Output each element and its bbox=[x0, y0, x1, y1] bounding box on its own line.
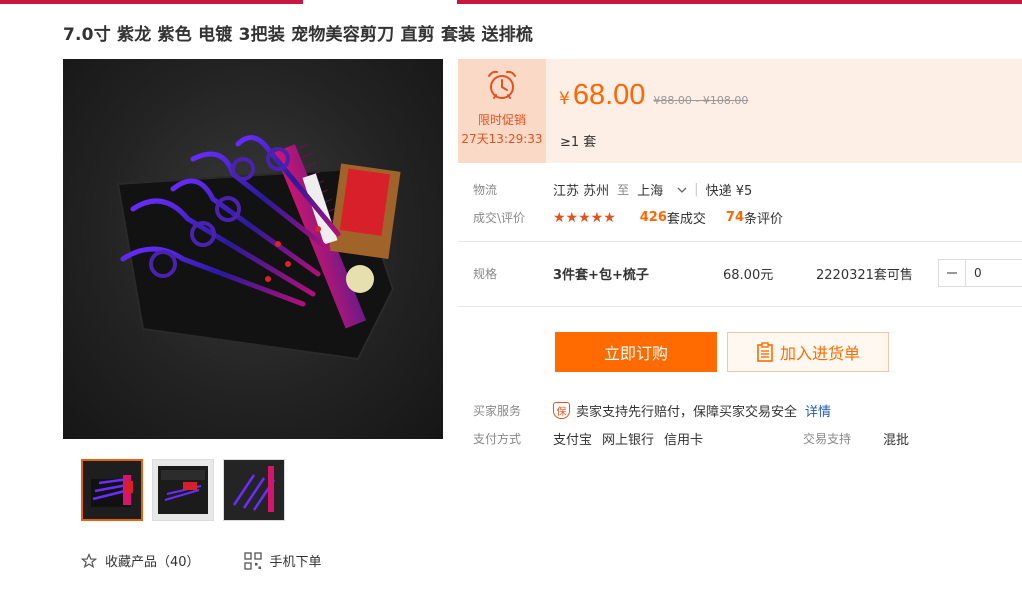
price-panel: 限时促销 27天13:29:33 ¥ 68.00 ¥88.00 - ¥108.0… bbox=[458, 59, 1022, 163]
product-title: 7.0寸 紫龙 紫色 电镀 3把装 宠物美容剪刀 直剪 套装 送排梳 bbox=[63, 25, 534, 45]
sold-suffix: 套成交 bbox=[666, 212, 706, 227]
current-price: 68.00 bbox=[572, 79, 646, 111]
guarantee-shield-icon: 保 bbox=[553, 402, 570, 419]
chevron-down-icon bbox=[677, 187, 687, 193]
payment-method-alipay: 支付宝 bbox=[553, 433, 593, 448]
express-fee: 快递 ¥5 bbox=[705, 184, 753, 199]
trade-support-value: 混批 bbox=[883, 433, 910, 448]
spec-label: 规格 bbox=[473, 266, 498, 281]
payment-row: 支付方式 支付宝 网上银行 信用卡 交易支持 混批 bbox=[473, 429, 909, 448]
thumbnail-3-graphic bbox=[224, 460, 284, 520]
deals-label: 成交\评价 bbox=[473, 211, 526, 225]
thumbnail-1[interactable] bbox=[81, 459, 143, 521]
sold-count: 426 bbox=[639, 210, 667, 225]
rating-stars: ★★★★★ bbox=[553, 209, 616, 226]
spec-row: 规格 3件套+包+梳子 68.00元 2220321套可售 0 bbox=[473, 259, 1022, 287]
add-to-cart-label: 加入进货单 bbox=[779, 344, 860, 363]
payment-method-online-bank: 网上银行 bbox=[602, 433, 655, 448]
currency-symbol: ¥ bbox=[559, 89, 570, 109]
bottom-actions: 收藏产品（40） 手机下单 bbox=[81, 551, 322, 570]
thumbnail-strip bbox=[81, 459, 285, 521]
to-word: 至 bbox=[617, 183, 630, 197]
spec-stock: 2220321套可售 bbox=[816, 267, 913, 283]
clipboard-icon bbox=[757, 342, 773, 362]
service-details-link[interactable]: 详情 bbox=[805, 401, 831, 420]
logistics-row: 物流 江苏 苏州 至 上海 | 快递 ¥5 bbox=[473, 180, 752, 199]
qr-code-icon bbox=[243, 551, 262, 570]
service-label: 买家服务 bbox=[473, 404, 522, 418]
spec-name: 3件套+包+梳子 bbox=[553, 267, 649, 283]
top-accent-bar bbox=[0, 0, 1022, 4]
ship-to-select[interactable]: 上海 bbox=[637, 180, 687, 199]
payment-label: 支付方式 bbox=[473, 432, 522, 446]
spec-price: 68.00元 bbox=[723, 267, 774, 283]
top-accent-gap bbox=[303, 0, 457, 4]
service-row: 买家服务 保 卖家支持先行赔付，保障买家交易安全 详情 bbox=[473, 401, 831, 420]
review-count[interactable]: 74 bbox=[726, 210, 744, 225]
promo-countdown: 27天13:29:33 bbox=[461, 132, 543, 146]
divider-line bbox=[458, 306, 1022, 307]
deals-row: 成交\评价 ★★★★★ 426 套成交 74 条评价 bbox=[473, 208, 783, 228]
alarm-clock-icon bbox=[488, 70, 516, 99]
original-price-range: ¥88.00 - ¥108.00 bbox=[653, 94, 749, 107]
thumbnail-3[interactable] bbox=[223, 459, 285, 521]
payment-method-credit-card: 信用卡 bbox=[664, 433, 704, 448]
favorite-button[interactable]: 收藏产品（40） bbox=[81, 551, 200, 570]
divider: | bbox=[694, 182, 699, 197]
quantity-stepper: 0 bbox=[938, 259, 1022, 287]
promo-box: 限时促销 27天13:29:33 bbox=[458, 59, 546, 163]
quantity-input[interactable]: 0 bbox=[966, 260, 1022, 286]
trade-support-label: 交易支持 bbox=[803, 432, 852, 446]
price-row: ¥ 68.00 ¥88.00 - ¥108.00 bbox=[559, 79, 748, 112]
ship-from: 江苏 苏州 bbox=[553, 184, 610, 199]
add-to-cart-button[interactable]: 加入进货单 bbox=[727, 332, 889, 372]
divider-line bbox=[458, 241, 1022, 242]
service-text: 卖家支持先行赔付，保障买家交易安全 bbox=[576, 405, 798, 420]
star-outline-icon bbox=[81, 552, 97, 568]
ship-to-value: 上海 bbox=[637, 184, 664, 199]
mobile-order-button[interactable]: 手机下单 bbox=[243, 551, 322, 570]
mobile-order-label: 手机下单 bbox=[269, 555, 322, 570]
favorite-label: 收藏产品（40） bbox=[105, 555, 200, 570]
product-photo-graphic bbox=[116, 135, 401, 361]
minimum-order: ≥1 套 bbox=[560, 135, 597, 150]
promo-label: 限时促销 bbox=[477, 113, 526, 127]
thumbnail-1-graphic bbox=[91, 475, 133, 507]
thumbnail-2-graphic bbox=[158, 466, 208, 514]
order-now-button[interactable]: 立即订购 bbox=[555, 332, 717, 372]
main-product-image[interactable] bbox=[63, 59, 443, 439]
minus-icon bbox=[947, 272, 957, 274]
review-suffix[interactable]: 条评价 bbox=[744, 208, 783, 227]
thumbnail-2[interactable] bbox=[152, 459, 214, 521]
decrease-quantity-button[interactable] bbox=[939, 260, 966, 286]
logistics-label: 物流 bbox=[473, 183, 498, 197]
